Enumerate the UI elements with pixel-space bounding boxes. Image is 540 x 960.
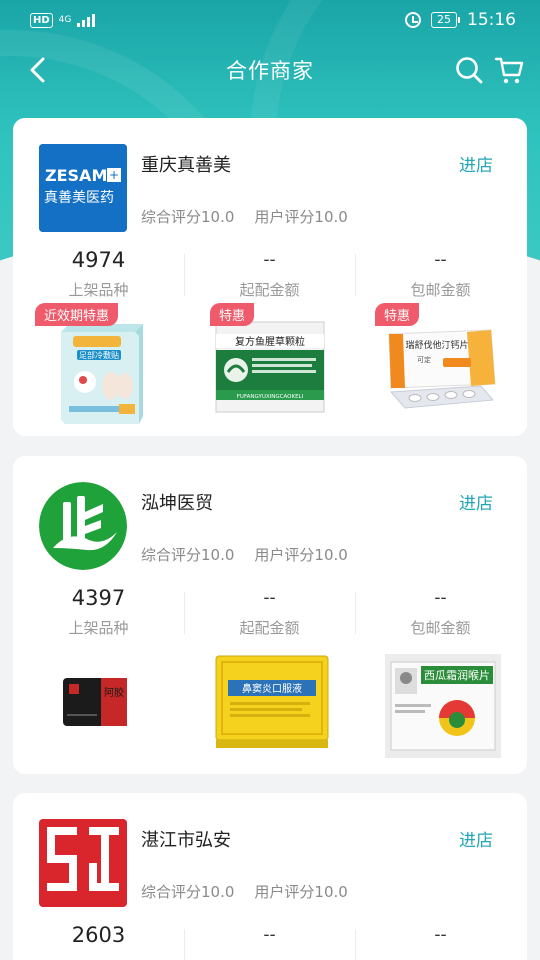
- min-order-value: --: [263, 588, 276, 608]
- product-count: 2603: [71, 923, 126, 947]
- min-order-value: --: [263, 250, 276, 270]
- promo-tag: 近效期特惠: [35, 303, 119, 326]
- product-sublabel: FUFANGYUXINGCAOKELI: [236, 394, 303, 400]
- svg-text:+: +: [109, 168, 119, 182]
- product-thumbnail[interactable]: 西瓜霜润喉片: [355, 641, 526, 766]
- product-sublabel: 可定: [417, 355, 431, 364]
- overall-rating: 综合评分10.0: [141, 208, 235, 226]
- min-order-label: 起配金额: [239, 281, 300, 299]
- clock: 15:16: [467, 10, 516, 30]
- network-type: 4G: [58, 15, 72, 25]
- product-row: 近效期特惠 足部冷敷贴 特惠 复方鱼腥草颗粒 FUFANGYUXINGCAOKE…: [13, 303, 527, 428]
- product-label: 复方鱼腥草颗粒: [235, 335, 305, 348]
- product-thumbnail[interactable]: 鼻窦炎口服液: [184, 641, 355, 766]
- user-rating: 用户评分10.0: [254, 883, 348, 901]
- shop-name: 重庆真善美: [141, 155, 231, 176]
- nav-bar: 合作商家: [0, 40, 540, 100]
- alarm-icon: [405, 12, 421, 28]
- signal-icon: [77, 13, 96, 27]
- product-count: 4397: [71, 586, 126, 610]
- shop-stats: 4397 上架品种 -- 起配金额 -- 包邮金额: [13, 584, 527, 638]
- free-shipping-label: 包邮金额: [410, 619, 471, 637]
- user-rating: 用户评分10.0: [254, 546, 348, 564]
- product-count-label: 上架品种: [68, 281, 129, 299]
- product-count-label: 上架品种: [68, 619, 129, 637]
- min-order-value: --: [263, 925, 276, 945]
- product-count: 4974: [71, 248, 126, 272]
- product-row: 阿胶 鼻窦炎口服液 西瓜霜润喉片: [13, 641, 527, 766]
- free-shipping-value: --: [434, 925, 447, 945]
- free-shipping-value: --: [434, 588, 447, 608]
- hd-icon: HD: [30, 12, 53, 28]
- logo-text-en: ZESAM: [45, 166, 107, 185]
- product-thumbnail[interactable]: 特惠 复方鱼腥草颗粒 FUFANGYUXINGCAOKELI: [184, 303, 355, 428]
- shop-card[interactable]: 泓坤医贸 进店 综合评分10.0 用户评分10.0 4397 上架品种 -- 起配金…: [13, 456, 527, 774]
- product-label: 瑞舒伐他汀钙片: [405, 339, 468, 351]
- user-rating: 用户评分10.0: [254, 208, 348, 226]
- product-label: 足部冷敷贴: [79, 350, 119, 360]
- enter-shop-button[interactable]: 进店: [459, 826, 493, 851]
- product-thumbnail[interactable]: 近效期特惠 足部冷敷贴: [13, 303, 184, 428]
- search-icon[interactable]: [454, 55, 484, 85]
- shop-logo: [39, 482, 127, 570]
- enter-shop-button[interactable]: 进店: [459, 489, 493, 514]
- free-shipping-value: --: [434, 250, 447, 270]
- product-thumbnail[interactable]: 阿胶: [13, 641, 184, 766]
- product-thumbnail[interactable]: 特惠 瑞舒伐他汀钙片 可定: [355, 303, 526, 428]
- product-label: 西瓜霜润喉片: [424, 668, 490, 682]
- shop-card[interactable]: ZESAM + 真善美医药 重庆真善美 进店 综合评分10.0 用户评分10.0…: [13, 118, 527, 436]
- shop-card[interactable]: 湛江市弘安 进店 综合评分10.0 用户评分10.0 2603 -- --: [13, 793, 527, 960]
- product-label: 阿胶: [104, 686, 124, 699]
- shop-stats: 2603 -- --: [13, 921, 527, 960]
- overall-rating: 综合评分10.0: [141, 883, 235, 901]
- shop-stats: 4974 上架品种 -- 起配金额 -- 包邮金额: [13, 246, 527, 300]
- logo-text-cn: 真善美医药: [44, 190, 114, 206]
- promo-tag: 特惠: [210, 303, 255, 326]
- enter-shop-button[interactable]: 进店: [459, 151, 493, 176]
- shop-logo: ZESAM + 真善美医药: [39, 144, 127, 232]
- overall-rating: 综合评分10.0: [141, 546, 235, 564]
- back-arrow-icon[interactable]: [22, 54, 54, 86]
- promo-tag: 特惠: [375, 303, 420, 326]
- product-label: 鼻窦炎口服液: [242, 682, 302, 695]
- min-order-label: 起配金额: [239, 619, 300, 637]
- cart-icon[interactable]: [494, 55, 524, 85]
- shop-name: 泓坤医贸: [141, 493, 213, 514]
- battery-icon: 25: [431, 12, 460, 28]
- shop-name: 湛江市弘安: [141, 830, 231, 851]
- status-bar: HD 4G 25 15:16: [0, 0, 540, 40]
- free-shipping-label: 包邮金额: [410, 281, 471, 299]
- shop-logo: [39, 819, 127, 907]
